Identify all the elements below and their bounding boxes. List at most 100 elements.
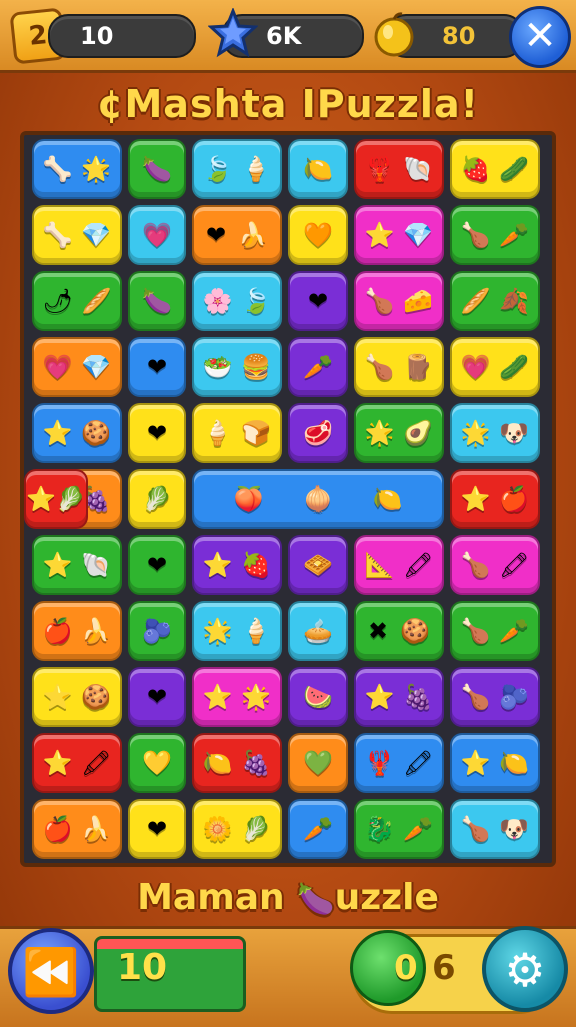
tile-r2-c1[interactable]: 🦴 💎 (32, 205, 122, 265)
tile-r10-c1[interactable]: ⭐ 🖍 (32, 733, 122, 793)
gold-apple-icon (374, 12, 414, 57)
tile-item-icon: 🥗 (202, 353, 233, 381)
tile-r4-c1[interactable]: 💗 💎 (32, 337, 122, 397)
tile-r11-c4[interactable]: 🥕 (288, 799, 348, 859)
tile-r11-c6[interactable]: 🍗 🐶 (450, 799, 540, 859)
tile-item-icon: 🍆 (142, 155, 172, 183)
tile-r4-c5[interactable]: 🍗 🪵 (354, 337, 444, 397)
tile-r6-c5[interactable]: ⭐ 🥬 (24, 469, 88, 529)
tile-r3-c3[interactable]: 🌸 🍃 (192, 271, 282, 331)
tile-r1-c4[interactable]: 🍋 (288, 139, 348, 199)
tile-r3-c5[interactable]: 🍗 🧀 (354, 271, 444, 331)
tile-r2-c5[interactable]: ⭐ 💎 (354, 205, 444, 265)
tile-item-icon: 💚 (303, 749, 333, 777)
tile-r2-c3[interactable]: ❤ 🍌 (192, 205, 282, 265)
tile-r11-c1[interactable]: 🍎 🍌 (32, 799, 122, 859)
tile-r10-c4[interactable]: 💚 (288, 733, 348, 793)
tile-item-icon: 🐚 (81, 551, 112, 579)
tile-r11-c5[interactable]: 🐉 🥕 (354, 799, 444, 859)
close-button[interactable]: ✕ (509, 6, 571, 68)
tile-item-icon: 🍗 (460, 815, 491, 843)
tile-item-icon: 🖍 (498, 551, 530, 579)
tile-r8-c1[interactable]: 🍎 🍌 (32, 601, 122, 661)
tile-r11-c2[interactable]: ❤ (128, 799, 186, 859)
tile-item-icon: 🐶 (499, 815, 530, 843)
tile-r11-c3[interactable]: 🌼 🥬 (192, 799, 282, 859)
tile-r5-c4[interactable]: 🥩 (288, 403, 348, 463)
tile-r4-c3[interactable]: 🥗 🍔 (192, 337, 282, 397)
tile-r1-c2[interactable]: 🍆 (128, 139, 186, 199)
stars-value: 6K (266, 22, 302, 50)
tile-r9-c6[interactable]: 🍗 🫐 (450, 667, 540, 727)
tile-r1-c3[interactable]: 🍃 🍦 (192, 139, 282, 199)
tile-r9-c3[interactable]: ⭐ 🌟 (192, 667, 282, 727)
tile-r10-c2[interactable]: 💛 (128, 733, 186, 793)
tile-r10-c5[interactable]: 🦞 🖍 (354, 733, 444, 793)
tile-item-icon: 🍋 (202, 749, 233, 777)
tile-item-icon: ⭐ (202, 551, 233, 579)
bottom-title-left: Maman (137, 877, 285, 918)
tile-r8-c2[interactable]: 🫐 (128, 601, 186, 661)
tile-r7-c4[interactable]: 🧇 (288, 535, 348, 595)
tile-r9-c1[interactable]: ⭐ 🍪 (32, 667, 122, 727)
tile-r5-c3[interactable]: 🍦 🍞 (192, 403, 282, 463)
tile-r2-c4[interactable]: 🧡 (288, 205, 348, 265)
tile-item-icon: 🍆 (142, 287, 172, 315)
tile-r3-c6[interactable]: 🥖 🍂 (450, 271, 540, 331)
tile-item-icon: 🍓 (241, 551, 272, 579)
back-button[interactable]: ⏪ (8, 928, 94, 1014)
tile-r8-c4[interactable]: 🥧 (288, 601, 348, 661)
tile-item-icon: 🫐 (142, 617, 172, 645)
tile-r7-c1[interactable]: ⭐ 🐚 (32, 535, 122, 595)
tile-item-icon: 🖍 (80, 749, 112, 777)
tile-r1-c5[interactable]: 🦞 🐚 (354, 139, 444, 199)
tile-r4-c2[interactable]: ❤ (128, 337, 186, 397)
tile-item-icon: 🥬 (55, 485, 86, 513)
tile-item-icon: 🍗 (460, 551, 491, 579)
tile-item-icon: ⭐ (460, 749, 491, 777)
tile-item-icon: 💎 (81, 353, 112, 381)
tile-r1-c6[interactable]: 🍓 🥒 (450, 139, 540, 199)
tile-item-icon: 🍎 (42, 617, 73, 645)
tile-item-icon: 🍋 (303, 155, 333, 183)
tile-r6-c4[interactable]: ⭐ 🍎 (450, 469, 540, 529)
tile-r9-c4[interactable]: 🍉 (288, 667, 348, 727)
tile-item-icon: 💗 (460, 353, 491, 381)
tile-r10-c3[interactable]: 🍋 🍇 (192, 733, 282, 793)
tile-r2-c2[interactable]: 💗 (128, 205, 186, 265)
tile-r9-c2[interactable]: ❤ (128, 667, 186, 727)
tile-r6-c3[interactable]: 🍑 🧅 🍋 (192, 469, 444, 529)
tile-r7-c2[interactable]: ❤ (128, 535, 186, 595)
tile-r5-c5[interactable]: 🌟 🥑 (354, 403, 444, 463)
tile-item-icon: 🥩 (303, 419, 333, 447)
tile-r7-c6[interactable]: 🍗 🖍 (450, 535, 540, 595)
tile-item-icon: 🥒 (499, 353, 530, 381)
tile-r6-c2[interactable]: 🥬 (128, 469, 186, 529)
tile-item-icon: 🥖 (81, 287, 112, 315)
score-a-value: 0 (394, 948, 418, 988)
tile-r3-c4[interactable]: ❤ (288, 271, 348, 331)
tile-item-icon: 🍑 (233, 485, 264, 513)
tile-r1-c1[interactable]: 🦴 🌟 (32, 139, 122, 199)
tile-r9-c5[interactable]: ⭐ 🍇 (354, 667, 444, 727)
tile-r2-c6[interactable]: 🍗 🥕 (450, 205, 540, 265)
tile-r4-c4[interactable]: 🥕 (288, 337, 348, 397)
tile-r8-c3[interactable]: 🌟 🍦 (192, 601, 282, 661)
tile-r8-c5[interactable]: ✖ 🍪 (354, 601, 444, 661)
tile-item-icon: 🥕 (303, 353, 333, 381)
tile-item-icon: 💗 (42, 353, 73, 381)
tile-r3-c2[interactable]: 🍆 (128, 271, 186, 331)
tile-item-icon: ❤ (206, 221, 227, 249)
tile-r8-c6[interactable]: 🍗 🥕 (450, 601, 540, 661)
tile-r7-c5[interactable]: 📐 🖍 (354, 535, 444, 595)
tile-r5-c2[interactable]: ❤ (128, 403, 186, 463)
tile-r5-c6[interactable]: 🌟 🐶 (450, 403, 540, 463)
tile-r4-c6[interactable]: 💗 🥒 (450, 337, 540, 397)
tile-r10-c6[interactable]: ⭐ 🍋 (450, 733, 540, 793)
settings-button[interactable]: ⚙ (482, 926, 568, 1012)
tile-r5-c1[interactable]: ⭐ 🍪 (32, 403, 122, 463)
tile-r7-c3[interactable]: ⭐ 🍓 (192, 535, 282, 595)
tile-r3-c1[interactable]: 🌶 🥖 (32, 271, 122, 331)
moves-counter-value: 10 (80, 22, 114, 50)
tile-item-icon: 🧇 (303, 551, 333, 579)
